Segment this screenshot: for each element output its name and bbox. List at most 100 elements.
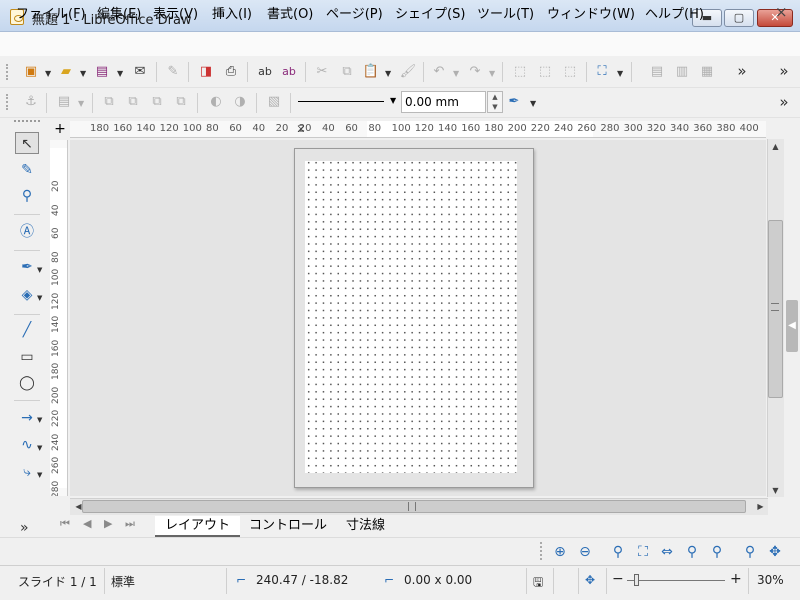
fit-page-icon[interactable]: ✥ [585, 573, 595, 587]
menu-format[interactable]: 書式(O) [267, 3, 313, 22]
line-width-spinner[interactable]: ▲ ▼ [487, 91, 503, 113]
arrange-icon[interactable]: ▦ [698, 63, 716, 81]
chevron-down-icon[interactable]: ▼ [453, 69, 459, 78]
toolbar-grip[interactable] [6, 94, 12, 110]
align-left-icon[interactable]: ▤ [55, 93, 73, 111]
toolbar-overflow-right-button[interactable]: » [775, 62, 793, 80]
chevron-down-icon[interactable]: ▼ [489, 69, 495, 78]
chevron-down-icon[interactable]: ▼ [390, 96, 396, 105]
chevron-down-icon[interactable]: ▼ [617, 69, 623, 78]
chevron-down-icon[interactable]: ▼ [117, 69, 123, 78]
drawing-page[interactable] [294, 148, 534, 488]
send-backward-icon[interactable]: ⧉ [148, 93, 166, 111]
clone-format-icon[interactable]: 🖌 [399, 63, 417, 81]
first-tab-icon[interactable]: ⏮ [60, 517, 70, 531]
bring-forward-icon[interactable]: ⧉ [124, 93, 142, 111]
zoom-percentage[interactable]: 30% [757, 573, 784, 587]
line-width-input[interactable] [401, 91, 486, 113]
fill-color-icon[interactable]: ◈ [15, 284, 39, 306]
zoom-slider-plus[interactable]: + [730, 571, 742, 587]
zoom-page-icon[interactable]: ⛶ [634, 543, 652, 561]
layout-name[interactable]: 標準 [111, 573, 135, 590]
toolbar-more-button[interactable]: » [20, 520, 29, 536]
maximize-button[interactable]: ▢ [724, 9, 754, 27]
prev-tab-icon[interactable]: ◀ [83, 517, 91, 530]
toolbar-grip[interactable] [6, 64, 12, 80]
email-icon[interactable]: ✉ [131, 63, 149, 81]
in-front-icon[interactable]: ◐ [207, 93, 225, 111]
zoom-out-icon[interactable]: ⊖ [576, 543, 594, 561]
close-document-button[interactable]: × [775, 3, 788, 21]
zoom-slider-minus[interactable]: − [612, 571, 624, 587]
chevron-down-icon[interactable]: ▼ [78, 99, 84, 108]
chevron-down-icon[interactable]: ▼ [37, 266, 42, 274]
pan-icon[interactable]: ✥ [766, 543, 784, 561]
tab-controls[interactable]: コントロール [239, 516, 337, 537]
last-tab-icon[interactable]: ⏭ [125, 517, 135, 531]
chevron-down-icon[interactable]: ▼ [37, 471, 42, 479]
redo-icon[interactable]: ↷ [466, 63, 484, 81]
autospell-icon[interactable]: ab [280, 63, 298, 81]
toolbar-grip[interactable] [540, 542, 546, 560]
ellipse-tool-icon[interactable]: ◯ [15, 372, 39, 394]
copy-icon[interactable]: ⧉ [338, 63, 356, 81]
horizontal-ruler[interactable]: 180 160 140 120 100 80 60 40 20 20 40 60 80 100 120 140… [70, 121, 766, 138]
edit-doc-icon[interactable]: ✎ [164, 63, 182, 81]
line-color-icon[interactable]: ✒ [505, 93, 523, 111]
scroll-right-icon[interactable]: ▶ [752, 502, 769, 511]
line-tool-icon[interactable]: ╱ [15, 319, 39, 341]
line-color-icon[interactable]: ✒ [15, 256, 39, 278]
zoom-in-icon[interactable]: ⊕ [551, 543, 569, 561]
tab-dimension-lines[interactable]: 寸法線 [336, 516, 395, 537]
menu-page[interactable]: ページ(P) [326, 3, 383, 22]
menu-insert[interactable]: 挿入(I) [212, 3, 252, 22]
zoom-tool-icon[interactable]: ⚲ [15, 185, 39, 207]
zoom-object-icon[interactable]: ⚲ [708, 543, 726, 561]
ruler-corner[interactable]: + [50, 121, 70, 139]
menu-window[interactable]: ウィンドウ(W) [547, 3, 635, 22]
connector-tool-icon[interactable]: ⤷ [15, 461, 39, 483]
document-modified-icon[interactable]: 🖫 [533, 573, 543, 594]
save-icon[interactable]: ▤ [93, 63, 111, 81]
chevron-down-icon[interactable]: ▼ [80, 69, 86, 78]
open-folder-icon[interactable]: ▰ [57, 63, 75, 81]
chevron-down-icon[interactable]: ▼ [385, 69, 391, 78]
behind-icon[interactable]: ◑ [231, 93, 249, 111]
menu-tools[interactable]: ツール(T) [477, 3, 534, 22]
print-icon[interactable]: ⎙ [222, 63, 240, 81]
drawing-canvas[interactable] [70, 140, 766, 496]
arrow-line-icon[interactable]: → [15, 407, 39, 429]
indent-marker[interactable]: ⧖ [297, 122, 305, 136]
crop-icon[interactable]: ⬚ [511, 63, 529, 81]
undo-icon[interactable]: ↶ [430, 63, 448, 81]
align-icon[interactable]: ▤ [648, 63, 666, 81]
vertical-ruler[interactable]: 20 40 60 80 100 120 140 160 180 200 220 240 260 280 [50, 140, 68, 496]
menu-shape[interactable]: シェイプ(S) [395, 3, 465, 22]
toolbar2-overflow-button[interactable]: » [775, 93, 793, 111]
chevron-down-icon[interactable]: ▼ [45, 69, 51, 78]
anchor-icon[interactable]: ⚓ [22, 93, 40, 111]
zoom-selection-icon[interactable]: ⚲ [683, 543, 701, 561]
zoom-100-icon[interactable]: ⚲ [609, 543, 627, 561]
menu-view[interactable]: 表示(V) [153, 3, 198, 22]
toolbar-overflow-button[interactable]: » [733, 62, 751, 80]
menu-help[interactable]: ヘルプ(H) [645, 3, 704, 22]
paste-icon[interactable]: 📋 [362, 63, 380, 81]
send-back-icon[interactable]: ⧉ [172, 93, 190, 111]
bring-front-icon[interactable]: ⧉ [100, 93, 118, 111]
tab-layout[interactable]: レイアウト [155, 516, 241, 537]
sidebar-toggle-handle[interactable]: ◀ [786, 300, 798, 352]
next-tab-icon[interactable]: ▶ [104, 517, 112, 530]
text-box-icon[interactable]: Ⓐ [15, 221, 39, 243]
pen-tool-icon[interactable]: ✎ [15, 159, 39, 181]
chevron-down-icon[interactable]: ▼ [37, 416, 42, 424]
zoom-width-icon[interactable]: ⇔ [658, 543, 676, 561]
transform-icon[interactable]: ⬚ [536, 63, 554, 81]
zoom-shift-icon[interactable]: ⚲ [741, 543, 759, 561]
select-tool-icon[interactable]: ↖ [15, 132, 39, 154]
export-pdf-icon[interactable]: ◨ [197, 63, 215, 81]
curve-tool-icon[interactable]: ∿ [15, 434, 39, 456]
new-doc-icon[interactable]: ▣ [22, 63, 40, 81]
chevron-down-icon[interactable]: ▼ [37, 294, 42, 302]
toolbar-grip[interactable] [14, 120, 40, 123]
